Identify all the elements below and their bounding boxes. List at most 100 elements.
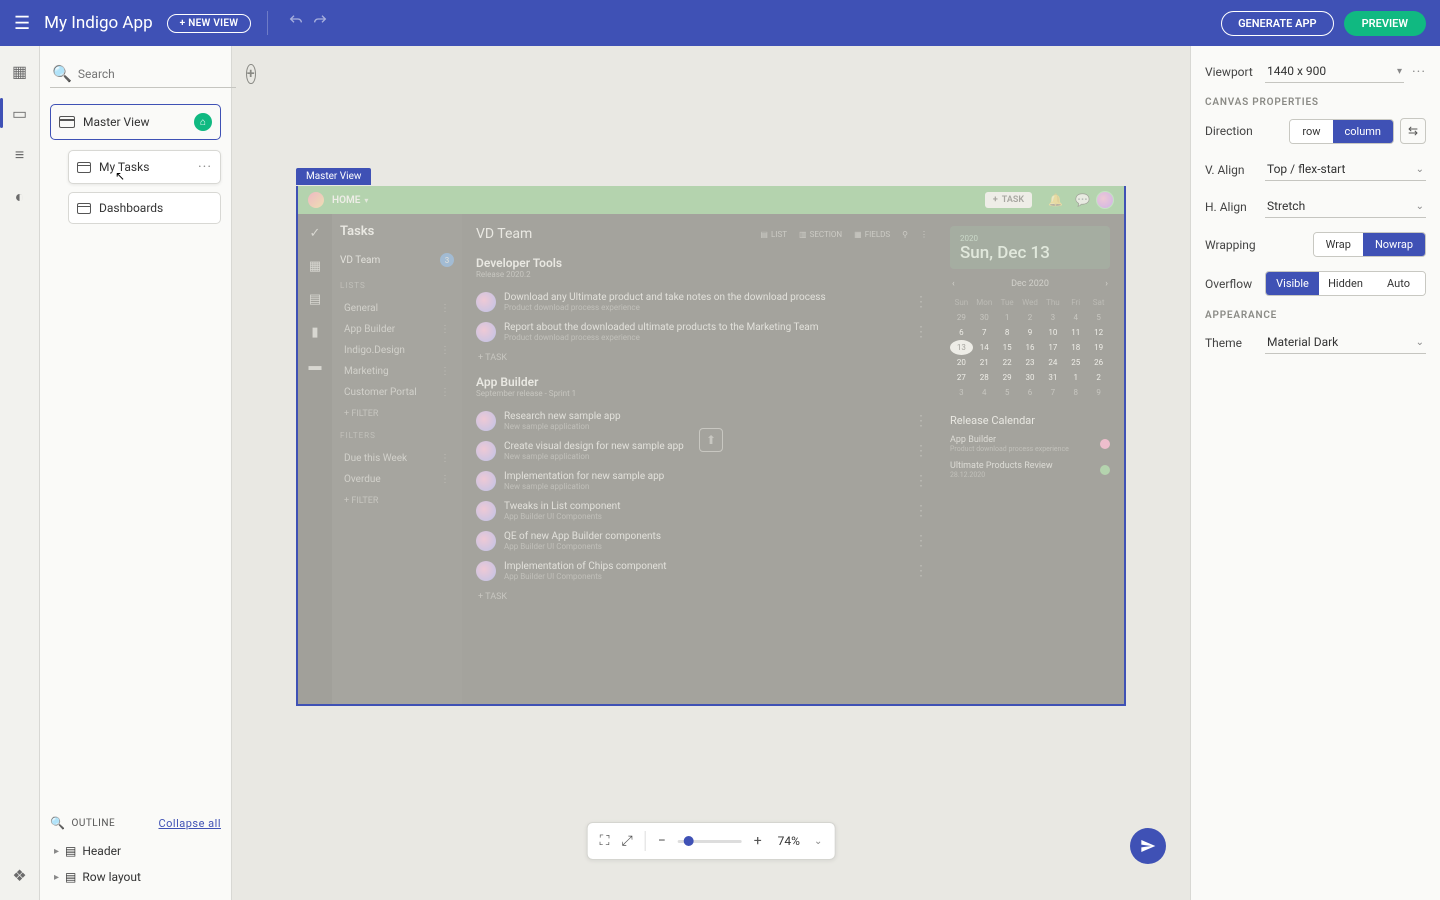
valign-select[interactable]: Top / flex-start⌄ xyxy=(1265,158,1426,181)
halign-select[interactable]: Stretch⌄ xyxy=(1265,195,1426,218)
chat-icon[interactable]: 💬 xyxy=(1075,193,1090,207)
components-icon[interactable]: ▦ xyxy=(9,60,31,82)
add-filter-button[interactable]: FILTER xyxy=(344,496,454,506)
more-icon[interactable]: ⋮ xyxy=(914,533,928,549)
release-item[interactable]: Ultimate Products Review28.12.2020 xyxy=(950,461,1110,479)
data-icon[interactable]: ≡ xyxy=(9,144,31,166)
properties-panel: Viewport 1440 x 900▾ ··· CANVAS PROPERTI… xyxy=(1190,46,1440,900)
filter-icon[interactable]: ⚲ xyxy=(902,230,908,239)
list-icon[interactable]: ▤ xyxy=(309,292,321,307)
more-icon[interactable]: ⋮ xyxy=(914,413,928,429)
zoom-in-icon[interactable]: + xyxy=(754,833,762,849)
more-icon[interactable]: ⋮ xyxy=(914,443,928,459)
new-task-button[interactable]: TASK xyxy=(985,192,1032,208)
outline-label: OUTLINE xyxy=(71,818,115,829)
task-row[interactable]: Download any Ultimate product and take n… xyxy=(476,287,928,317)
undo-icon[interactable] xyxy=(284,13,308,33)
outline-item-header[interactable]: ▸ ▤ Header xyxy=(50,838,221,864)
release-item[interactable]: App BuilderProduct download process expe… xyxy=(950,435,1110,453)
new-view-button[interactable]: + NEW VIEW xyxy=(167,14,252,33)
calendar[interactable]: SunMonTueWedThuFriSat2930123456789101112… xyxy=(950,295,1110,400)
more-icon[interactable]: ⋮ xyxy=(914,473,928,489)
list-item[interactable]: Indigo.Design⋮ xyxy=(340,340,454,361)
next-month-icon[interactable]: › xyxy=(1105,279,1108,289)
fit-icon[interactable]: ⛶ xyxy=(600,833,610,849)
chevron-down-icon[interactable]: ⌄ xyxy=(814,836,822,847)
avatar[interactable] xyxy=(1096,191,1114,209)
app-header: HOME ▾ TASK 🔔 💬 xyxy=(298,186,1124,214)
team-row[interactable]: VD Team 3 xyxy=(340,253,454,267)
list-item[interactable]: Due this Week⋮ xyxy=(340,448,454,469)
prev-month-icon[interactable]: ‹ xyxy=(952,279,955,289)
add-task-button[interactable]: TASK xyxy=(478,353,928,363)
menu-icon[interactable]: ☰ xyxy=(14,13,30,34)
chevron-down-icon: ▾ xyxy=(364,196,368,205)
subview-dashboards[interactable]: Dashboards xyxy=(68,192,221,224)
views-icon[interactable]: ▭ xyxy=(9,102,31,124)
page-icon xyxy=(77,203,91,214)
chevron-right-icon: ▸ xyxy=(54,872,59,883)
chart-icon[interactable]: ▮ xyxy=(311,325,318,340)
canvas-frame[interactable]: HOME ▾ TASK 🔔 💬 ✓ ▦ ▤ ▮ ▬ xyxy=(296,186,1126,706)
task-row[interactable]: Implementation for new sample appNew sam… xyxy=(476,466,928,496)
app-nav-rail: ✓ ▦ ▤ ▮ ▬ xyxy=(298,214,332,704)
count-badge: 3 xyxy=(440,253,454,267)
zoom-out-icon[interactable]: − xyxy=(658,833,666,849)
avatar xyxy=(476,471,496,491)
task-row[interactable]: Tweaks in List componentApp Builder UI C… xyxy=(476,496,928,526)
theme-icon[interactable]: ◐ xyxy=(9,186,31,208)
list-item[interactable]: Overdue⋮ xyxy=(340,469,454,490)
search-icon: 🔍 xyxy=(50,816,65,830)
add-task-button[interactable]: TASK xyxy=(478,592,928,602)
redo-icon[interactable] xyxy=(308,13,332,33)
master-view-card[interactable]: Master View ⌂ xyxy=(50,104,221,140)
actual-size-icon[interactable]: ⤢ xyxy=(621,833,632,849)
swap-icon[interactable]: ⇆ xyxy=(1400,118,1426,144)
outline-item-row-layout[interactable]: ▸ ▤ Row layout xyxy=(50,864,221,890)
more-icon[interactable]: ⋮ xyxy=(914,563,928,579)
view-fields-option[interactable]: ▦ FIELDS xyxy=(854,230,890,239)
list-item[interactable]: General⋮ xyxy=(340,298,454,319)
theme-select[interactable]: Material Dark⌄ xyxy=(1265,331,1426,354)
avatar xyxy=(476,501,496,521)
layers-icon[interactable]: ❖ xyxy=(9,864,31,886)
zoom-slider[interactable] xyxy=(678,840,742,843)
section-appearance: APPEARANCE xyxy=(1205,310,1426,321)
list-item[interactable]: Marketing⋮ xyxy=(340,361,454,382)
bell-icon[interactable]: 🔔 xyxy=(1048,193,1063,207)
collapse-all-link[interactable]: Collapse all xyxy=(158,817,221,830)
list-item[interactable]: App Builder⋮ xyxy=(340,319,454,340)
folder-icon[interactable]: ▬ xyxy=(309,358,322,374)
send-fab[interactable] xyxy=(1130,828,1166,864)
more-icon[interactable]: ⋮ xyxy=(920,230,928,239)
more-icon[interactable]: ⋮ xyxy=(914,324,928,340)
month-label: Dec 2020 xyxy=(1011,279,1049,289)
subview-my-tasks[interactable]: My Tasks ··· ↖ xyxy=(68,150,221,184)
view-section-option[interactable]: ▥ SECTION xyxy=(799,230,842,239)
canvas-area[interactable]: Master View HOME ▾ TASK 🔔 💬 ✓ xyxy=(232,46,1190,900)
task-row[interactable]: Implementation of Chips componentApp Bui… xyxy=(476,556,928,586)
home-badge-icon: ⌂ xyxy=(194,113,212,131)
view-list-option[interactable]: ▤ LIST xyxy=(760,230,787,239)
wrapping-toggle[interactable]: Wrap Nowrap xyxy=(1313,232,1426,257)
tasks-icon[interactable]: ✓ xyxy=(310,226,321,241)
list-item[interactable]: Customer Portal⋮ xyxy=(340,382,454,403)
task-row[interactable]: QE of new App Builder componentsApp Buil… xyxy=(476,526,928,556)
more-icon[interactable]: ⋮ xyxy=(914,503,928,519)
avatar xyxy=(476,441,496,461)
direction-toggle[interactable]: row column xyxy=(1289,119,1394,144)
add-filter-button[interactable]: FILTER xyxy=(344,409,454,419)
item-menu-icon[interactable]: ··· xyxy=(198,159,212,175)
more-icon[interactable]: ⋮ xyxy=(914,294,928,310)
avatar xyxy=(476,292,496,312)
generate-app-button[interactable]: GENERATE APP xyxy=(1221,11,1334,36)
preview-button[interactable]: PREVIEW xyxy=(1344,11,1426,36)
more-icon[interactable]: ··· xyxy=(1412,64,1426,80)
avatar xyxy=(476,411,496,431)
overflow-toggle[interactable]: Visible Hidden Auto xyxy=(1265,271,1426,296)
viewport-select[interactable]: 1440 x 900▾ xyxy=(1265,60,1404,83)
avatar xyxy=(476,322,496,342)
search-input[interactable]: 🔍 xyxy=(50,60,236,88)
task-row[interactable]: Report about the downloaded ultimate pro… xyxy=(476,317,928,347)
grid-icon[interactable]: ▦ xyxy=(309,259,321,274)
